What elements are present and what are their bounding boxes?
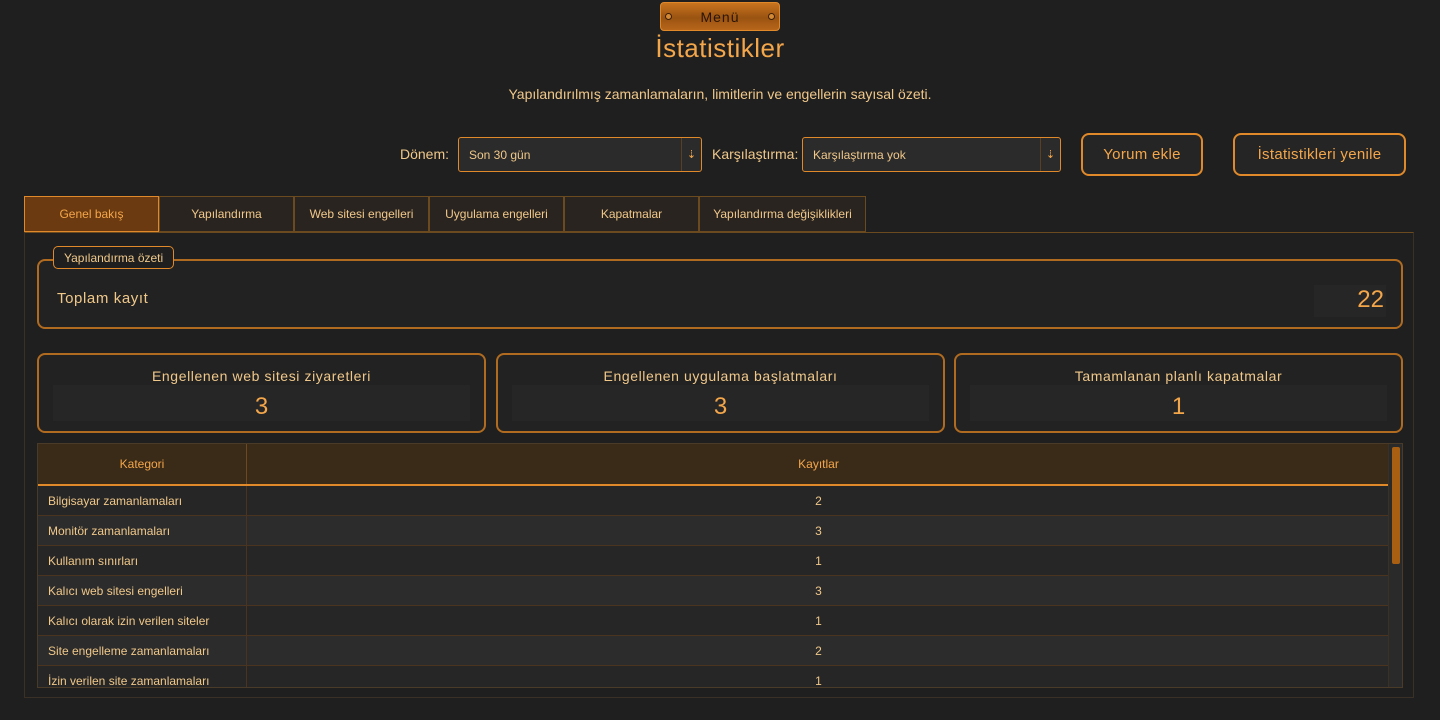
tab-overview[interactable]: Genel bakış	[24, 196, 159, 232]
table-row[interactable]: Kalıcı web sitesi engelleri 3	[38, 576, 1390, 606]
rivet-icon	[768, 13, 775, 20]
stat-card-value: 3	[254, 393, 269, 420]
column-header-category[interactable]: Kategori	[38, 444, 247, 484]
tab-configuration[interactable]: Yapılandırma	[159, 196, 294, 232]
cell-records: 1	[815, 553, 822, 568]
add-comment-button[interactable]: Yorum ekle	[1081, 133, 1203, 176]
table-body: Bilgisayar zamanlamaları 2 Monitör zaman…	[38, 486, 1390, 688]
rivet-icon	[665, 13, 672, 20]
refresh-statistics-button[interactable]: İstatistikleri yenile	[1233, 133, 1406, 176]
page-subtitle: Yapılandırılmış zamanlamaların, limitler…	[508, 86, 932, 102]
stat-card-completed-shutdowns: Tamamlanan planlı kapatmalar 1	[954, 353, 1403, 433]
cell-records: 1	[815, 673, 822, 688]
table-row[interactable]: Kullanım sınırları 1	[38, 546, 1390, 576]
tab-configuration-changes[interactable]: Yapılandırma değişiklikleri	[699, 196, 866, 232]
table-scrollbar[interactable]	[1388, 444, 1402, 687]
cell-records: 2	[815, 493, 822, 508]
configuration-summary-legend: Yapılandırma özeti	[53, 246, 175, 269]
table-header: Kategori Kayıtlar	[38, 444, 1390, 486]
total-records-label: Toplam kayıt	[57, 290, 149, 307]
table-row[interactable]: Site engelleme zamanlamaları 2	[38, 636, 1390, 666]
compare-select[interactable]: Karşılaştırma yok ⇣	[802, 137, 1061, 172]
page-title: İstatistikler	[655, 33, 785, 63]
tab-shutdowns[interactable]: Kapatmalar	[564, 196, 699, 232]
table-row[interactable]: İzin verilen site zamanlamaları 1	[38, 666, 1390, 688]
stat-card-label: Engellenen web sitesi ziyaretleri	[151, 368, 371, 384]
menu-button-label: Menü	[700, 8, 740, 25]
dropdown-arrow-icon: ⇣	[681, 138, 701, 171]
period-select[interactable]: Son 30 gün ⇣	[458, 137, 702, 172]
tab-app-blocks[interactable]: Uygulama engelleri	[429, 196, 564, 232]
tab-bar: Genel bakış Yapılandırma Web sitesi enge…	[24, 196, 866, 232]
cell-records: 1	[815, 613, 822, 628]
cell-category: Kalıcı olarak izin verilen siteler	[38, 606, 247, 635]
cell-records: 3	[815, 583, 822, 598]
category-records-table: Kategori Kayıtlar Bilgisayar zamanlamala…	[37, 443, 1403, 688]
stat-card-label: Tamamlanan planlı kapatmalar	[1074, 368, 1283, 384]
table-row[interactable]: Kalıcı olarak izin verilen siteler 1	[38, 606, 1390, 636]
cell-records: 2	[815, 643, 822, 658]
table-scrollbar-thumb[interactable]	[1392, 447, 1400, 564]
cell-category: Site engelleme zamanlamaları	[38, 636, 247, 665]
period-label: Dönem:	[400, 146, 450, 162]
cell-records: 3	[815, 523, 822, 538]
cell-category: İzin verilen site zamanlamaları	[38, 666, 247, 687]
period-select-value: Son 30 gün	[469, 147, 531, 162]
dropdown-arrow-icon: ⇣	[1040, 138, 1060, 171]
table-row[interactable]: Bilgisayar zamanlamaları 2	[38, 486, 1390, 516]
total-records-value: 22	[1357, 286, 1384, 313]
stat-card-label: Engellenen uygulama başlatmaları	[603, 368, 838, 384]
stat-card-value: 3	[713, 393, 728, 420]
tab-website-blocks[interactable]: Web sitesi engelleri	[294, 196, 429, 232]
column-header-records[interactable]: Kayıtlar	[247, 444, 1390, 484]
configuration-summary-group	[37, 259, 1403, 329]
cell-category: Kullanım sınırları	[38, 546, 247, 575]
cell-category: Bilgisayar zamanlamaları	[38, 486, 247, 515]
stat-card-blocked-app-launches: Engellenen uygulama başlatmaları 3	[496, 353, 945, 433]
compare-label: Karşılaştırma:	[712, 146, 799, 162]
compare-select-value: Karşılaştırma yok	[813, 147, 906, 162]
table-row[interactable]: Monitör zamanlamaları 3	[38, 516, 1390, 546]
menu-button[interactable]: Menü	[660, 2, 780, 31]
stat-card-blocked-website-visits: Engellenen web sitesi ziyaretleri 3	[37, 353, 486, 433]
cell-category: Monitör zamanlamaları	[38, 516, 247, 545]
cell-category: Kalıcı web sitesi engelleri	[38, 576, 247, 605]
stat-card-value: 1	[1171, 393, 1186, 420]
